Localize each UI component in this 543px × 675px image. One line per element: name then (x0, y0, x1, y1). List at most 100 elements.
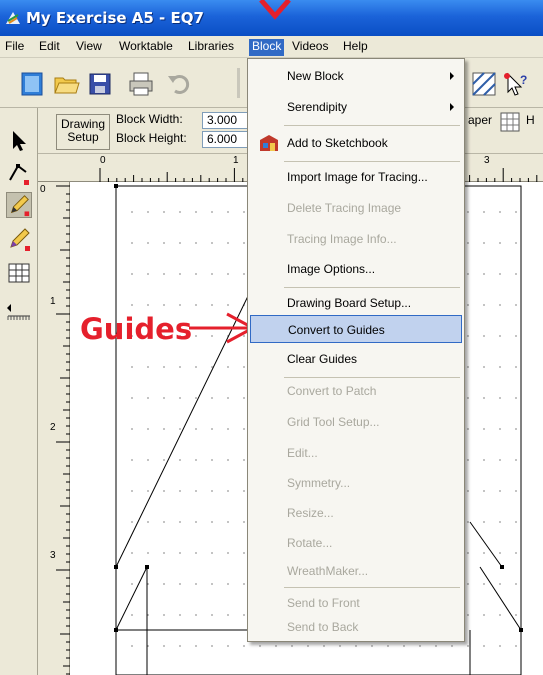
v-ruler-label-1: 1 (50, 296, 56, 307)
menu-item-label: Symmetry... (287, 476, 351, 490)
menu-edit[interactable]: Edit (36, 39, 63, 56)
menu-item-delete-tracing-image[interactable]: Delete Tracing Image (250, 194, 462, 222)
menu-block[interactable]: Block (249, 39, 285, 56)
node-3 (114, 628, 118, 632)
menu-item-tracing-image-info[interactable]: Tracing Image Info... (250, 225, 462, 253)
sketchbook-icon (260, 135, 278, 151)
menu-item-label: Tracing Image Info... (287, 232, 397, 246)
menu-item-convert-to-guides[interactable]: Convert to Guides (250, 315, 462, 343)
menu-item-label: Drawing Board Setup... (287, 296, 412, 310)
menu-item-import-image[interactable]: Import Image for Tracing... (250, 163, 462, 191)
menu-item-new-block[interactable]: New Block (250, 62, 462, 90)
menu-separator (284, 287, 460, 288)
menu-item-send-to-back[interactable]: Send to Back (250, 613, 462, 641)
ruler-scroll-icon[interactable] (6, 300, 32, 326)
menu-videos[interactable]: Videos (289, 39, 331, 56)
block-menu-dropdown: New Block Serendipity Add to Sketchbook … (247, 58, 465, 642)
menu-item-label: Send to Back (287, 620, 359, 634)
v-ruler-label-0: 0 (40, 184, 46, 195)
menu-item-drawing-board-setup[interactable]: Drawing Board Setup... (250, 289, 462, 317)
block-width-label: Block Width: (116, 112, 183, 126)
menu-item-label: Clear Guides (287, 352, 358, 366)
title-bar: My Exercise A5 - EQ7 (0, 0, 543, 36)
menu-item-label: Image Options... (287, 262, 376, 276)
save-icon[interactable] (86, 70, 114, 98)
help-pointer-icon[interactable]: ? (502, 70, 530, 98)
menu-separator (284, 125, 460, 126)
vertical-ruler: 0 1 2 3 (38, 182, 70, 675)
menu-item-add-to-sketchbook[interactable]: Add to Sketchbook (250, 129, 462, 157)
diagonal-line-right-2 (479, 566, 522, 631)
menu-separator (284, 161, 460, 162)
menu-file[interactable]: File (2, 39, 27, 56)
menu-view[interactable]: View (73, 39, 105, 56)
node-2 (145, 565, 149, 569)
pick-arrow-icon[interactable] (6, 128, 32, 154)
h-ruler-label-3: 3 (484, 155, 490, 166)
menu-item-convert-to-patch[interactable]: Convert to Patch (250, 377, 462, 405)
menu-item-rotate[interactable]: Rotate... (250, 529, 462, 557)
menu-item-label: New Block (287, 69, 344, 83)
grid-tool-icon[interactable] (6, 260, 32, 286)
menu-item-label: Delete Tracing Image (287, 201, 402, 215)
quilt-icon[interactable] (18, 70, 46, 98)
shape-tool-icon[interactable] (6, 160, 32, 186)
menu-item-serendipity[interactable]: Serendipity (250, 93, 462, 121)
layout-tool-icon[interactable] (470, 70, 498, 98)
block-height-field[interactable]: 6.000 (202, 131, 250, 148)
eq7-app-icon (6, 12, 20, 24)
menu-item-edit[interactable]: Edit... (250, 439, 462, 467)
menu-item-resize[interactable]: Resize... (250, 499, 462, 527)
graph-paper-icon[interactable] (500, 112, 520, 132)
menu-worktable[interactable]: Worktable (116, 39, 176, 56)
drawing-tools-strip (0, 108, 38, 675)
print-icon[interactable] (127, 70, 155, 98)
node-4 (114, 184, 118, 188)
guides-annotation-label: Guides (80, 312, 193, 346)
menu-item-image-options[interactable]: Image Options... (250, 255, 462, 283)
node-6 (519, 628, 523, 632)
menu-item-label: Convert to Patch (287, 384, 377, 398)
menu-item-label: Grid Tool Setup... (287, 415, 380, 429)
v-ruler-label-2: 2 (50, 422, 56, 433)
menu-libraries[interactable]: Libraries (185, 39, 237, 56)
menu-item-label: WreathMaker... (287, 564, 369, 578)
menu-bar: File Edit View Worktable Libraries Block… (0, 36, 543, 58)
menu-item-label: Resize... (287, 506, 334, 520)
extra-label: H (526, 113, 535, 127)
menu-item-label: Import Image for Tracing... (287, 170, 428, 184)
v-ruler-label-3: 3 (50, 550, 56, 561)
svg-text:?: ? (520, 73, 527, 87)
pencil-line-icon[interactable] (6, 192, 32, 218)
diagonal-line-right-1 (469, 521, 503, 568)
toolbar-separator (237, 68, 240, 98)
menu-item-label: Send to Front (287, 596, 360, 610)
diagonal-line-2 (115, 566, 148, 631)
menu-item-label: Convert to Guides (288, 323, 385, 337)
submenu-arrow-icon (450, 72, 454, 80)
block-width-field[interactable]: 3.000 (202, 112, 250, 129)
menu-item-label: Serendipity (287, 100, 348, 114)
open-folder-icon[interactable] (52, 70, 80, 98)
node-1 (114, 565, 118, 569)
window-title: My Exercise A5 - EQ7 (26, 9, 204, 27)
menu-separator (284, 587, 460, 588)
menu-help[interactable]: Help (340, 39, 371, 56)
menu-item-symmetry[interactable]: Symmetry... (250, 469, 462, 497)
h-ruler-label-0: 0 (100, 155, 106, 166)
menu-item-label: Add to Sketchbook (287, 136, 388, 150)
block-height-label: Block Height: (116, 131, 187, 145)
menu-item-label: Edit... (287, 446, 318, 460)
annotation-arrow-down-icon (259, 0, 291, 20)
paper-label: aper (468, 113, 493, 127)
node-5 (500, 565, 504, 569)
menu-item-label: Rotate... (287, 536, 333, 550)
pencil-arc-icon[interactable] (6, 226, 32, 252)
undo-icon[interactable] (165, 70, 193, 98)
submenu-arrow-icon (450, 103, 454, 111)
drawing-setup-button[interactable]: Drawing Setup (56, 114, 110, 150)
h-ruler-label-1: 1 (233, 155, 239, 166)
menu-item-clear-guides[interactable]: Clear Guides (250, 345, 462, 373)
menu-item-grid-tool-setup[interactable]: Grid Tool Setup... (250, 408, 462, 436)
menu-item-wreathmaker[interactable]: WreathMaker... (250, 557, 462, 585)
